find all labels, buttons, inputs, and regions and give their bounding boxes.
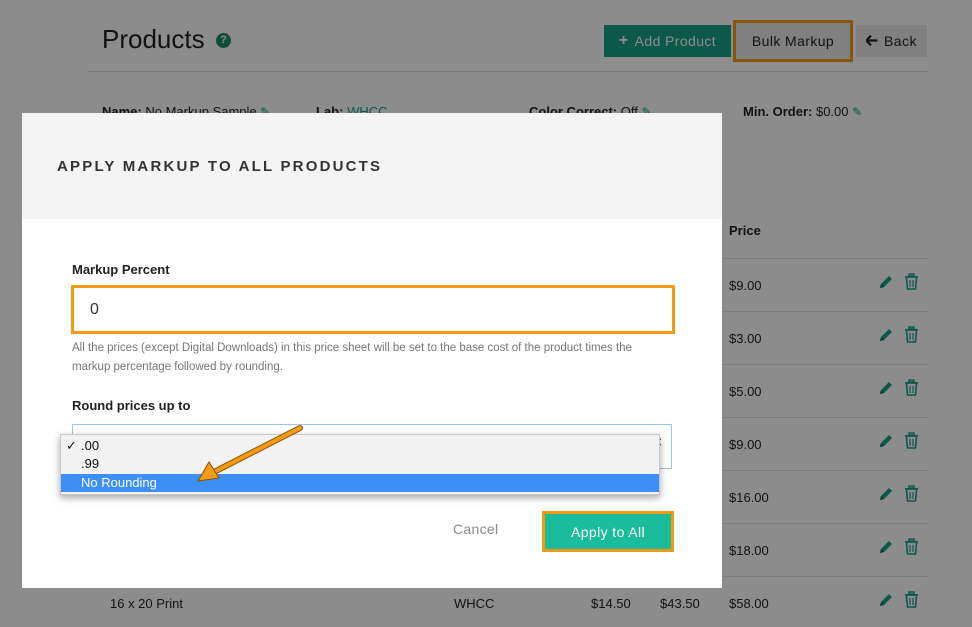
modal-title: APPLY MARKUP TO ALL PRODUCTS — [57, 158, 383, 175]
cancel-button[interactable]: Cancel — [453, 521, 498, 537]
option-99-label: .99 — [81, 456, 100, 471]
apply-to-all-label: Apply to All — [570, 523, 646, 540]
option-99[interactable]: .99 — [61, 455, 659, 473]
bulk-markup-modal: APPLY MARKUP TO ALL PRODUCTS Markup Perc… — [22, 113, 722, 588]
option-00[interactable]: ✓ .00 — [61, 437, 659, 455]
markup-percent-label: Markup Percent — [72, 262, 170, 277]
round-prices-label: Round prices up to — [72, 398, 191, 413]
markup-help-text: All the prices (except Digital Downloads… — [72, 342, 632, 373]
apply-to-all-button[interactable]: Apply to All — [542, 511, 674, 552]
option-00-label: .00 — [81, 438, 100, 453]
option-no-rounding[interactable]: No Rounding — [61, 474, 659, 492]
checkmark-icon: ✓ — [66, 438, 77, 453]
markup-percent-input[interactable] — [71, 285, 675, 334]
round-prices-dropdown: ✓ .00 .99 No Rounding — [60, 434, 660, 495]
modal-header: APPLY MARKUP TO ALL PRODUCTS — [22, 113, 722, 219]
option-no-rounding-label: No Rounding — [81, 475, 157, 490]
